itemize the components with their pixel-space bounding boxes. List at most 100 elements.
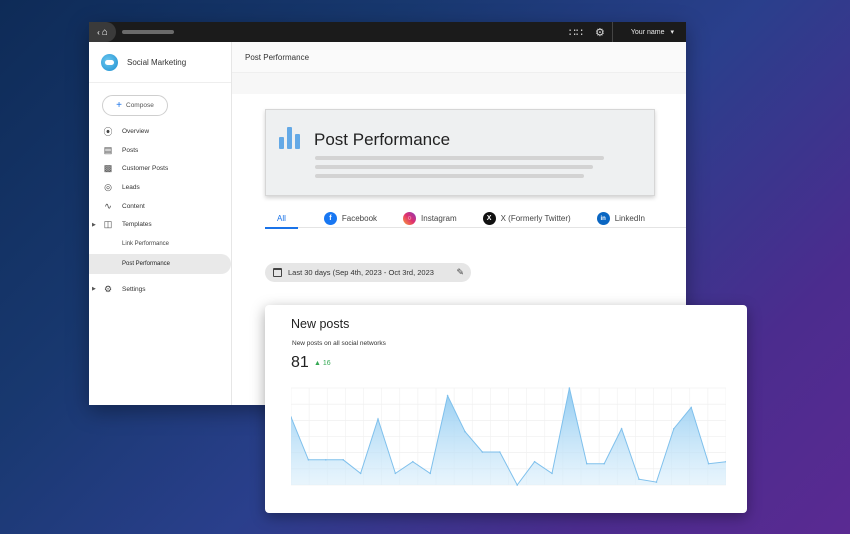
sidebar: Social Marketing + Compose ⦿ Overview ▤ … (89, 42, 232, 405)
sidebar-item-content[interactable]: ∿ Content (89, 197, 231, 216)
sidebar-item-templates[interactable]: ▶ ◫ Templates (89, 215, 231, 234)
user-menu[interactable]: Your name ▾ (611, 22, 686, 42)
hero-title: Post Performance (314, 130, 451, 149)
sidebar-subitem-post-performance[interactable]: Post Performance (89, 254, 231, 275)
gear-icon[interactable]: ⚙ (588, 26, 612, 39)
chart-point (586, 462, 588, 465)
chart-point (568, 387, 571, 389)
compose-button[interactable]: + Compose (102, 95, 168, 116)
home-icon: ⌂ (101, 26, 108, 38)
sidebar-item-label: Posts (122, 146, 139, 154)
tab-linkedin[interactable]: in LinkedIn (596, 206, 645, 228)
apps-grid-icon[interactable]: ∷∷ (564, 26, 588, 39)
sidebar-subitem-link-performance[interactable]: Link Performance (89, 234, 231, 254)
gear-icon: ⚙ (103, 283, 113, 294)
breadcrumb-redacted (122, 30, 174, 34)
page-title: Post Performance (232, 42, 686, 73)
tab-all[interactable]: All (265, 206, 298, 229)
sidebar-subitem-label: Link Performance (122, 241, 170, 248)
chart-point (342, 458, 344, 461)
chart-point (394, 472, 397, 475)
brand-name: Social Marketing (127, 57, 187, 67)
network-tabs: All f Facebook ○ Instagram X X (Formerly… (265, 206, 686, 229)
chart-point (499, 451, 501, 453)
sidebar-item-overview[interactable]: ⦿ Overview (89, 122, 231, 141)
new-posts-chart (291, 387, 726, 486)
chart-box-icon: ◫ (103, 219, 113, 230)
tab-label: All (277, 213, 286, 223)
chart-point (673, 427, 675, 430)
instagram-icon: ○ (403, 212, 417, 225)
tab-facebook[interactable]: f Facebook (323, 206, 378, 228)
chart-point (551, 472, 553, 475)
chart-point (429, 472, 431, 475)
calendar-icon (273, 268, 282, 277)
chevron-down-icon: ▾ (670, 29, 674, 36)
tab-x[interactable]: X X (Formerly Twitter) (482, 206, 571, 228)
chart-point (620, 427, 623, 430)
sidebar-nav: ⦿ Overview ▤ Posts ▩ Customer Posts ◎ Le… (89, 122, 231, 299)
chart-point (533, 460, 536, 463)
sidebar-item-customer-posts[interactable]: ▩ Customer Posts (89, 159, 231, 178)
home-button[interactable]: ‹ ⌂ (89, 22, 116, 42)
rss-icon: ∿ (104, 200, 112, 211)
placeholder-line (315, 156, 604, 160)
post-delta: ▲ 16 (314, 360, 331, 367)
linkedin-icon: in (596, 212, 610, 225)
chart-point (516, 484, 518, 486)
date-range-filter[interactable]: Last 30 days (Sep 4th, 2023 - Oct 3rd, 2… (265, 263, 471, 282)
compass-icon: ⦿ (103, 126, 113, 137)
top-bar: ‹ ⌂ ∷∷ ⚙ Your name ▾ (89, 22, 686, 42)
compose-label: Compose (126, 102, 154, 109)
chart-point (446, 394, 449, 397)
chart-point (412, 460, 414, 463)
tab-label: Facebook (341, 214, 378, 223)
facebook-icon: f (323, 212, 337, 225)
sidebar-item-label: Overview (122, 127, 150, 135)
comment-icon: ▤ (103, 144, 113, 155)
delta-value: 16 (322, 360, 331, 367)
arrow-up-icon: ▲ (314, 360, 321, 367)
sidebar-subitem-label: Post Performance (122, 261, 171, 268)
sidebar-item-leads[interactable]: ◎ Leads (89, 178, 231, 197)
caret-right-icon: ▶ (92, 286, 96, 293)
chart-point (307, 458, 310, 461)
x-twitter-icon: X (482, 212, 496, 225)
sidebar-item-posts[interactable]: ▤ Posts (89, 141, 231, 160)
new-posts-card: New posts New posts on all social networ… (265, 305, 747, 513)
placeholder-line (315, 165, 593, 169)
sidebar-item-settings[interactable]: ▶ ⚙ Settings (89, 280, 231, 299)
tab-instagram[interactable]: ○ Instagram (403, 206, 457, 228)
date-range-label: Last 30 days (Sep 4th, 2023 - Oct 3rd, 2… (288, 268, 434, 277)
chart-point (690, 406, 692, 409)
sidebar-item-label: Templates (122, 221, 152, 229)
sidebar-item-label: Customer Posts (122, 165, 169, 173)
tab-label: Instagram (421, 214, 457, 223)
sidebar-item-label: Leads (122, 183, 140, 191)
hero-banner: Post Performance (265, 109, 655, 196)
chart-point (707, 462, 710, 465)
caret-right-icon: ▶ (92, 221, 96, 228)
back-chevron-icon: ‹ (97, 27, 100, 37)
pencil-icon[interactable]: ✎ (456, 267, 464, 278)
card-subtitle: New posts on all social networks (292, 340, 386, 347)
chart-point (638, 478, 640, 480)
sidebar-item-label: Content (122, 202, 145, 210)
chart-point (359, 472, 362, 475)
card-title: New posts (291, 317, 350, 331)
chart-point (603, 462, 605, 465)
chart-point (464, 430, 466, 433)
brand: Social Marketing (89, 42, 231, 83)
chart-point (481, 451, 484, 453)
plus-icon: + (116, 100, 122, 111)
placeholder-line (315, 174, 584, 178)
sidebar-item-label: Settings (122, 285, 146, 293)
chart-point (325, 458, 327, 461)
chart-point (377, 418, 379, 420)
bar-chart-icon (279, 127, 301, 149)
forum-icon: ▩ (103, 163, 113, 174)
chart-point (655, 481, 658, 483)
user-name: Your name (630, 28, 665, 36)
target-icon: ◎ (104, 181, 112, 192)
brand-logo (101, 53, 118, 71)
